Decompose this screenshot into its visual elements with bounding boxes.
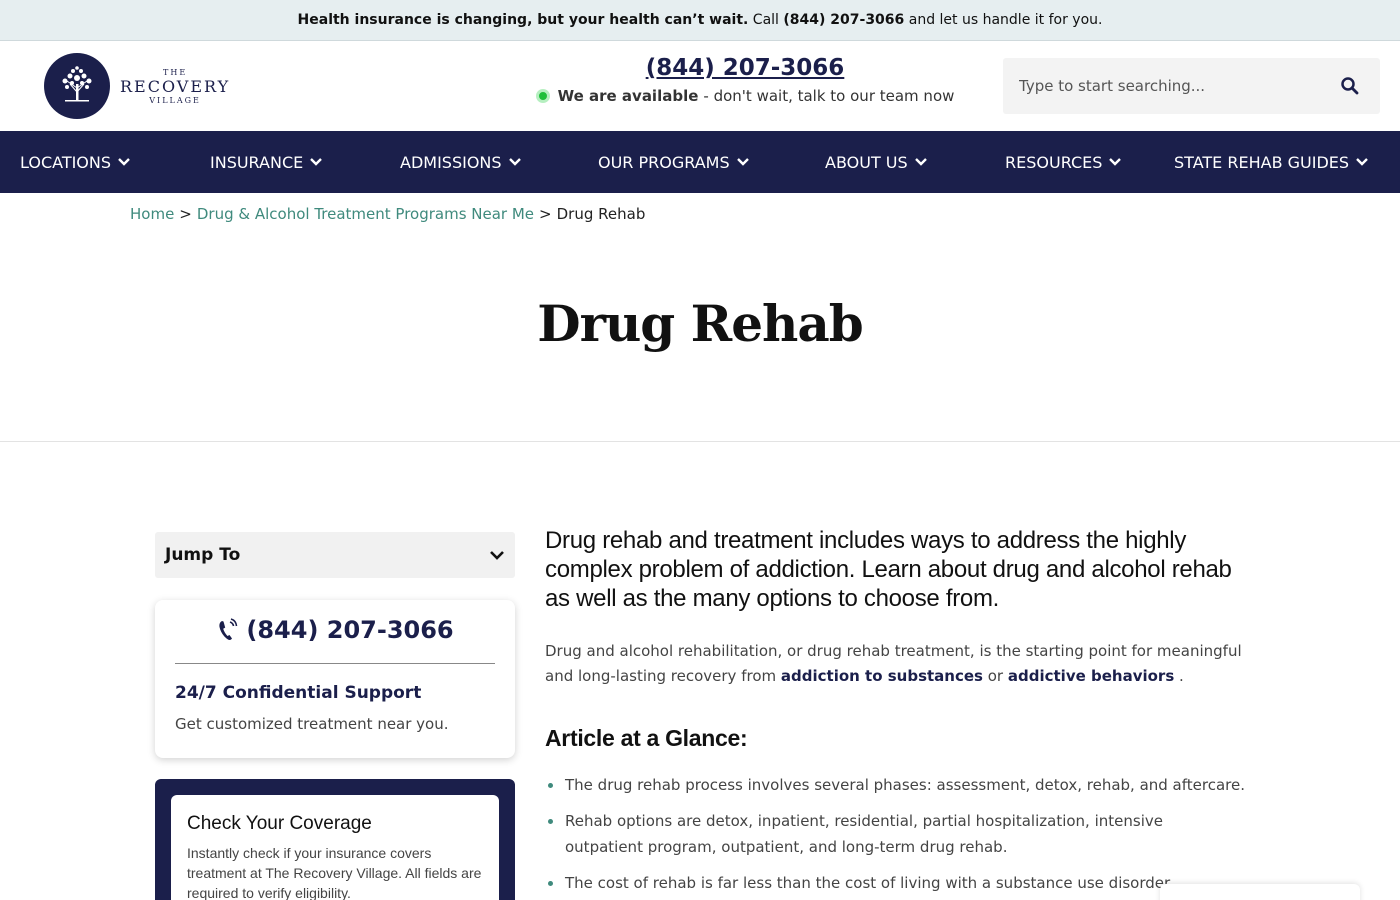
article-glance-heading: Article at a Glance:	[545, 725, 748, 751]
glance-list: The drug rehab process involves several …	[545, 772, 1245, 896]
logo-wordmark: THE RECOVERY VILLAGE	[120, 68, 230, 105]
page-title: Drug Rehab	[537, 294, 864, 353]
coverage-form-card: Check Your Coverage Instantly check if y…	[171, 795, 499, 900]
announcement-bar: Health insurance is changing, but your h…	[0, 0, 1400, 41]
chevron-down-icon	[508, 158, 521, 166]
tree-icon	[44, 53, 110, 119]
chevron-down-icon	[118, 158, 130, 166]
available-status-dot-icon	[535, 89, 550, 103]
logo-village: VILLAGE	[149, 95, 201, 105]
chevron-down-icon	[1356, 158, 1368, 166]
chevron-down-icon	[1109, 158, 1122, 166]
card-divider	[175, 663, 495, 664]
search-icon[interactable]	[1340, 76, 1360, 96]
chevron-down-icon	[914, 158, 927, 166]
support-subtext: Get customized treatment near you.	[175, 715, 449, 733]
nav-item-our-programs[interactable]: OUR PROGRAMS	[598, 131, 750, 193]
article-content: Drug rehab and treatment includes ways t…	[545, 526, 1245, 900]
support-heading: 24/7 Confidential Support	[175, 683, 422, 703]
breadcrumb-separator: >	[539, 205, 552, 223]
announcement-bold-text: Health insurance is changing, but your h…	[297, 12, 749, 28]
announcement-phone[interactable]: (844) 207-3066	[783, 12, 904, 28]
announcement-text-post: and let us handle it for you.	[904, 12, 1103, 28]
available-rest-text: - don't wait, talk to our team now	[703, 87, 955, 105]
chat-widget[interactable]	[1160, 884, 1360, 900]
nav-item-resources[interactable]: RESOURCES	[1005, 131, 1122, 193]
nav-item-insurance[interactable]: INSURANCE	[210, 131, 323, 193]
breadcrumb-current: Drug Rehab	[556, 205, 646, 223]
breadcrumb-parent-link[interactable]: Drug & Alcohol Treatment Programs Near M…	[197, 205, 534, 223]
list-item: The cost of rehab is far less than the c…	[545, 870, 1245, 896]
nav-item-admissions[interactable]: ADMISSIONS	[400, 131, 522, 193]
nav-item-locations[interactable]: LOCATIONS	[20, 131, 131, 193]
support-phone-number: (844) 207-3066	[246, 616, 454, 644]
search-box	[1003, 58, 1380, 114]
support-card: (844) 207-3066 24/7 Confidential Support…	[155, 600, 515, 758]
intro-text-mid: or	[982, 667, 1008, 685]
main-nav: LOCATIONS INSURANCE ADMISSIONS OUR PROGR…	[0, 131, 1400, 193]
breadcrumb-home-link[interactable]: Home	[130, 205, 174, 223]
breadcrumb-separator: >	[179, 205, 192, 223]
list-item: The drug rehab process involves several …	[545, 772, 1245, 798]
article-intro: Drug and alcohol rehabilitation, or drug…	[545, 639, 1245, 689]
announcement-text-pre: Call	[748, 12, 784, 28]
nav-item-label: RESOURCES	[1005, 152, 1103, 172]
article-lead: Drug rehab and treatment includes ways t…	[545, 527, 1232, 612]
addiction-to-substances-link[interactable]: addiction to substances	[781, 667, 983, 685]
nav-item-label: INSURANCE	[210, 152, 304, 172]
nav-item-label: STATE REHAB GUIDES	[1174, 152, 1350, 172]
header-contact: (844) 207-3066 We are available - don't …	[530, 55, 960, 105]
section-divider	[0, 441, 1400, 442]
breadcrumb: Home > Drug & Alcohol Treatment Programs N…	[130, 205, 645, 223]
logo-recovery: RECOVERY	[120, 76, 231, 96]
availability-status: We are available - don't wait, talk to o…	[530, 87, 960, 105]
jump-to-dropdown[interactable]: Jump To	[155, 532, 515, 578]
jump-to-label: Jump To	[165, 545, 241, 565]
list-item: Rehab options are detox, inpatient, resi…	[545, 808, 1245, 860]
logo-the: THE	[163, 67, 188, 77]
nav-item-label: ADMISSIONS	[400, 152, 502, 172]
chevron-down-icon	[736, 158, 749, 166]
coverage-description: Instantly check if your insurance covers…	[187, 845, 482, 900]
addictive-behaviors-link[interactable]: addictive behaviors	[1008, 667, 1174, 685]
nav-item-label: OUR PROGRAMS	[598, 152, 730, 172]
search-input[interactable]	[1019, 77, 1329, 95]
nav-item-about-us[interactable]: ABOUT US	[825, 131, 928, 193]
intro-text-post: .	[1174, 667, 1184, 685]
support-phone-link[interactable]: (844) 207-3066	[155, 616, 515, 644]
phone-icon	[219, 618, 238, 641]
logo[interactable]: THE RECOVERY VILLAGE	[44, 53, 230, 119]
nav-item-label: LOCATIONS	[20, 152, 112, 172]
chevron-down-icon	[310, 158, 323, 166]
available-bold-text: We are available	[557, 87, 699, 105]
nav-item-state-rehab-guides[interactable]: STATE REHAB GUIDES	[1174, 131, 1369, 193]
coverage-title: Check Your Coverage	[187, 813, 372, 834]
coverage-widget: Check Your Coverage Instantly check if y…	[155, 779, 515, 900]
chevron-down-icon	[490, 551, 504, 560]
header-phone-link[interactable]: (844) 207-3066	[530, 55, 960, 81]
nav-item-label: ABOUT US	[825, 152, 908, 172]
site-header: THE RECOVERY VILLAGE (844) 207-3066 We a…	[0, 41, 1400, 131]
